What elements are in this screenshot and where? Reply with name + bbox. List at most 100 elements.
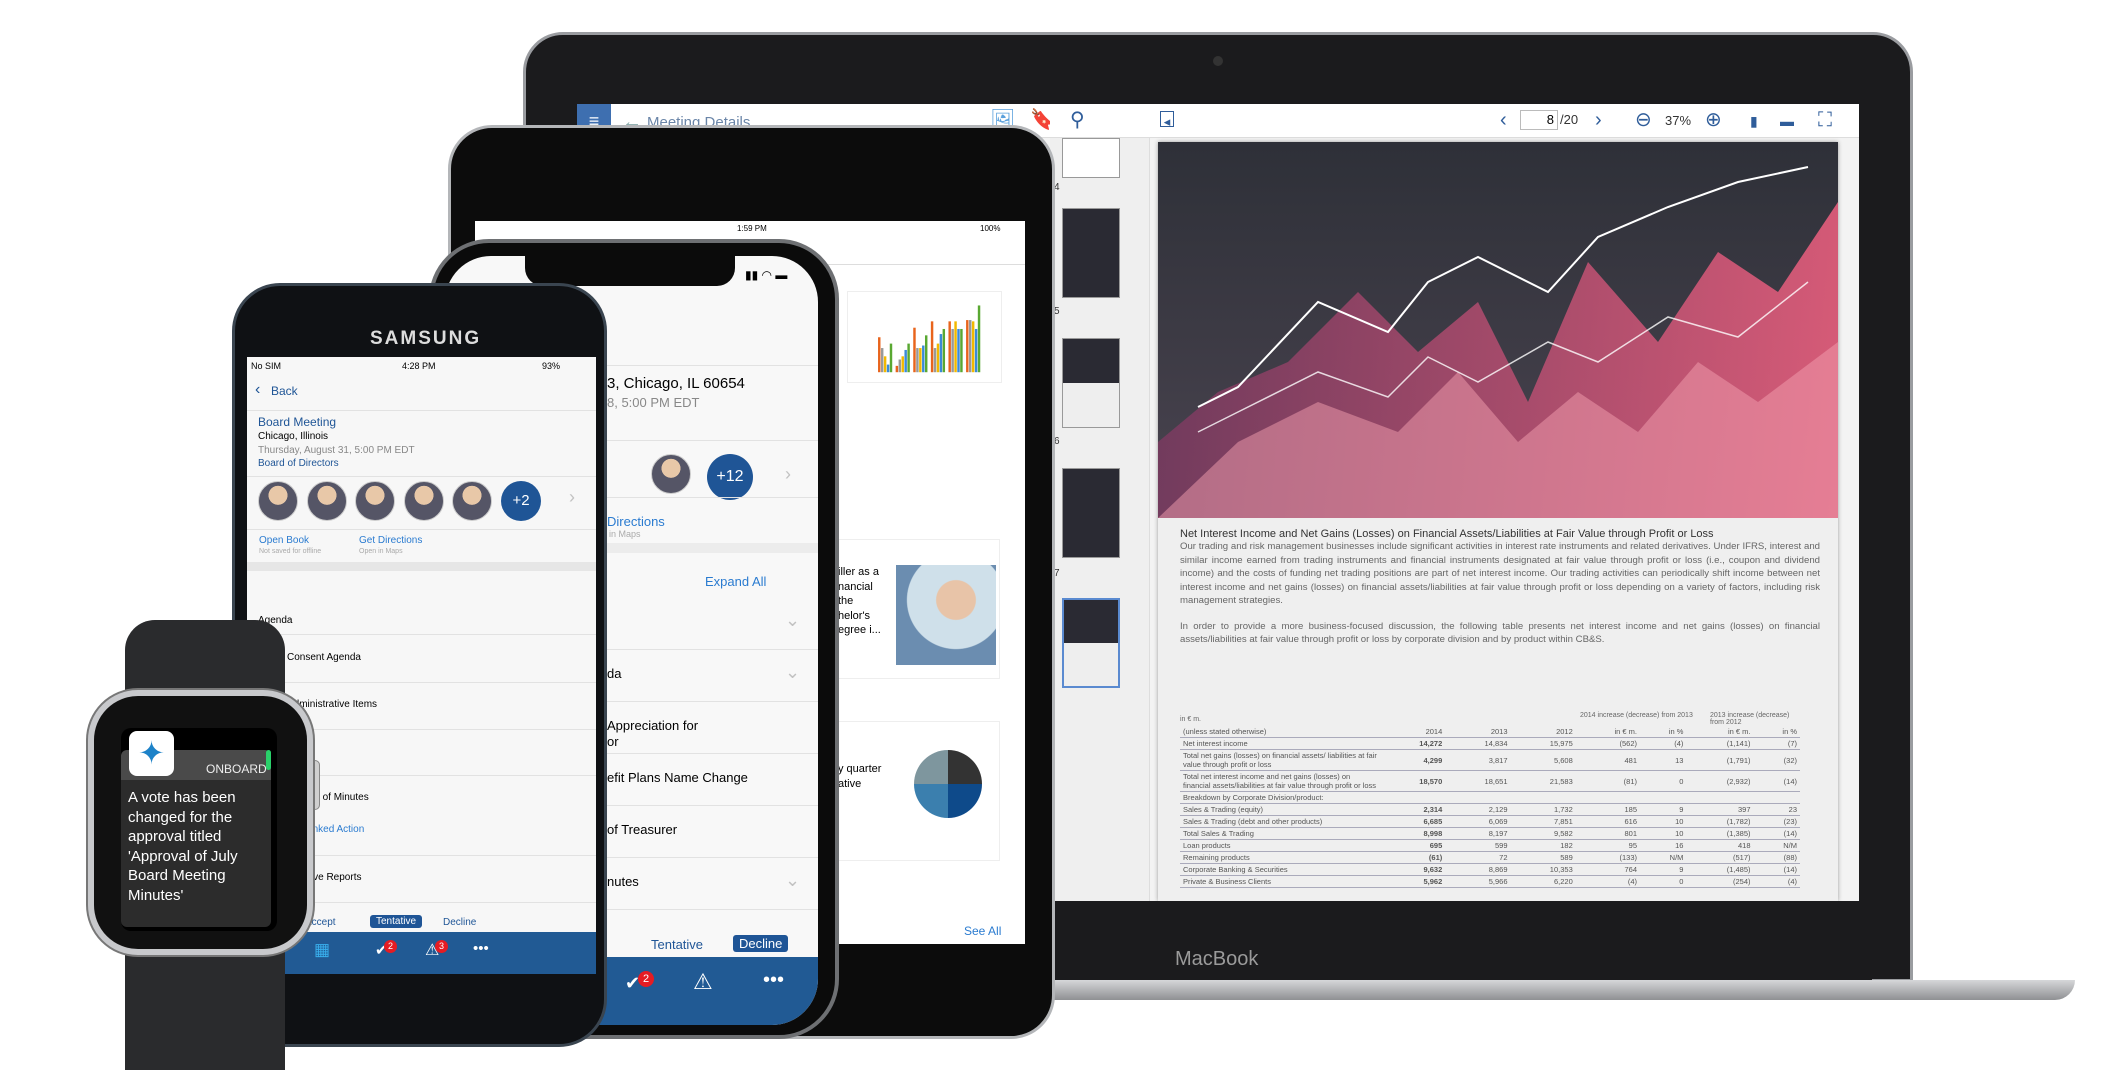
table-cell: 8,998: [1380, 827, 1446, 840]
table-cell: 764: [1575, 863, 1641, 876]
group-header: 2014 increase (decrease) from 2013: [1580, 712, 1693, 719]
bar: [895, 365, 899, 373]
table-cell: in %: [1640, 726, 1687, 738]
table-cell: (4): [1575, 875, 1641, 888]
document-paragraph: Our trading and risk management business…: [1180, 541, 1820, 606]
chevron-down-icon[interactable]: ⌄: [785, 870, 800, 891]
table-cell: 9,582: [1510, 827, 1576, 840]
table-cell: (1,782): [1686, 815, 1754, 828]
agenda-title: Consent Agenda: [287, 652, 361, 663]
table-cell: 14,834: [1445, 737, 1511, 750]
table-row: Total Sales & Trading 8,998 8,197 9,582 801 1…: [1180, 827, 1800, 840]
table-cell: 18,651: [1445, 770, 1511, 792]
bar: [948, 321, 951, 373]
calendar-tab-icon[interactable]: ▦: [314, 940, 330, 960]
bar: [919, 348, 922, 373]
bio-line: iller as a: [838, 566, 879, 578]
bar: [969, 320, 972, 373]
decline-button[interactable]: Decline: [733, 935, 789, 952]
table-row: Breakdown by Corporate Division/product:: [1180, 791, 1800, 804]
table-cell: 182: [1510, 839, 1576, 852]
samsung-brand: SAMSUNG: [370, 328, 482, 349]
table-cell: (1,141): [1686, 737, 1754, 750]
tentative-button[interactable]: Tentative: [651, 937, 703, 952]
table-cell: (14): [1753, 863, 1800, 876]
table-cell: [1575, 791, 1641, 804]
search-icon[interactable]: ⚲: [1070, 110, 1085, 130]
zoom-out-icon[interactable]: ⊖: [1635, 110, 1652, 130]
page-number-input[interactable]: 8: [1520, 110, 1558, 130]
tentative-button[interactable]: Tentative: [370, 915, 423, 928]
group-header: 2013 increase (decrease) from 2012: [1710, 712, 1790, 726]
table-cell: 10: [1640, 827, 1687, 840]
expand-all-button[interactable]: Expand All: [705, 574, 766, 589]
document-paragraph: In order to provide a more business-focu…: [1180, 620, 1820, 646]
alerts-tab-icon[interactable]: ⚠: [693, 969, 713, 995]
watch-screen: ✦ ONBOARD A vote has been changed for th…: [121, 728, 277, 931]
agenda-item[interactable]: I.Consent Agenda: [247, 636, 596, 683]
bar: [933, 348, 937, 373]
agenda-row-title: da: [607, 666, 622, 681]
more-tab-icon[interactable]: •••: [473, 940, 489, 957]
more-tab-icon[interactable]: •••: [763, 969, 784, 992]
page-thumbnail[interactable]: [1062, 468, 1120, 558]
chevron-down-icon[interactable]: ⌄: [785, 610, 800, 631]
table-cell: (14): [1753, 827, 1800, 840]
table-row: Loan products 695 599 182 95 16 418 N/M: [1180, 839, 1800, 852]
table-cell: 5,966: [1445, 875, 1511, 888]
zoom-in-icon[interactable]: ⊕: [1705, 110, 1722, 130]
two-page-icon[interactable]: ▬: [1780, 111, 1794, 131]
table-cell: 9: [1640, 803, 1687, 816]
table-cell: (1,385): [1686, 827, 1754, 840]
bio-line: the: [838, 595, 854, 607]
bio-line: egree i...: [838, 624, 881, 636]
table-cell: 72: [1445, 851, 1511, 864]
fullscreen-icon[interactable]: ⛶: [1818, 110, 1832, 130]
bar: [951, 328, 954, 373]
next-page-icon[interactable]: ›: [1595, 110, 1602, 130]
table-cell: Net interest income: [1180, 737, 1380, 750]
bar: [880, 348, 884, 373]
status-time: 1:59 PM: [737, 224, 767, 233]
scroll-indicator[interactable]: [266, 750, 271, 770]
bar: [966, 320, 969, 373]
page-thumbnail[interactable]: [1062, 338, 1120, 428]
table-cell: 8,869: [1445, 863, 1511, 876]
bar: [930, 321, 934, 373]
profile-card[interactable]: iller as a nancial the helor's egree i..…: [835, 539, 1000, 679]
table-cell: 21,583: [1510, 770, 1576, 792]
table-row: Sales & Trading (debt and other products…: [1180, 815, 1800, 828]
page-thumbnail[interactable]: [1062, 138, 1120, 178]
financial-table: in € m. 2014 increase (decrease) from 20…: [1180, 712, 1800, 888]
panel-toggle-icon[interactable]: ◂: [1160, 111, 1174, 129]
previous-page-icon[interactable]: ‹: [1500, 110, 1507, 130]
table-cell: [1753, 791, 1800, 804]
financial-chart-image: [1158, 142, 1838, 518]
approvals-badge: 2: [638, 971, 654, 987]
table-cell: 6,220: [1510, 875, 1576, 888]
see-all-link[interactable]: See All: [964, 924, 1001, 938]
table-cell: (254): [1686, 875, 1754, 888]
page-thumbnail-selected[interactable]: [1062, 598, 1120, 688]
decline-button[interactable]: Decline: [443, 917, 476, 928]
bar: [957, 328, 960, 373]
directions-link[interactable]: Directions: [607, 514, 665, 529]
table-cell: (133): [1575, 851, 1641, 864]
bar: [942, 328, 946, 373]
page-thumbnail[interactable]: [1062, 208, 1120, 298]
table-row: Total net gains (losses) on financial as…: [1180, 749, 1800, 771]
pie-chart-card[interactable]: y quarter ative: [835, 721, 1000, 861]
agenda-row-title: efit Plans Name Change: [607, 770, 748, 785]
pie-snippet: y quarter ative: [838, 762, 881, 792]
table-cell: 2,129: [1445, 803, 1511, 816]
table-cell: 2014: [1380, 726, 1446, 738]
table-cell: (517): [1686, 851, 1754, 864]
bio-line: nancial: [838, 580, 873, 593]
onboard-app-icon: ✦: [129, 731, 174, 776]
watch-band: [125, 620, 285, 700]
table-cell: [1445, 791, 1511, 804]
chevron-down-icon[interactable]: ⌄: [785, 662, 800, 683]
single-page-icon[interactable]: ▮: [1750, 111, 1758, 131]
table-cell: (4): [1753, 875, 1800, 888]
bar: [974, 328, 978, 373]
